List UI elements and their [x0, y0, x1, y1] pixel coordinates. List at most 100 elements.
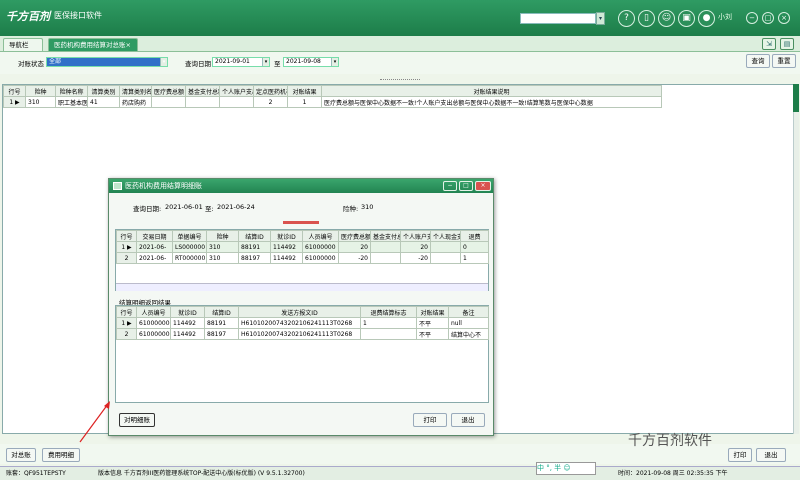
table-cell[interactable]: 0 [460, 241, 489, 253]
col-header[interactable]: 就诊ID [270, 230, 303, 242]
table-row[interactable]: 1 ▶ 2021-06- LS000000 310 88191 114492 6… [116, 241, 489, 253]
col-header[interactable]: 人员编号 [136, 306, 171, 318]
date-from-input[interactable]: 2021-09-01 ▾ [212, 57, 270, 67]
col-header[interactable]: 险种 [25, 85, 56, 97]
maximize-icon[interactable]: □ [762, 12, 774, 24]
table-row[interactable]: 2 2021-06- RT000000 310 88197 114492 610… [116, 252, 489, 264]
table-cell[interactable] [370, 241, 401, 253]
table-cell[interactable]: 2021-06- [136, 252, 173, 264]
col-header[interactable]: 清算类别名称 [119, 85, 152, 97]
col-header[interactable]: 结算ID [238, 230, 271, 242]
table-cell[interactable]: 88197 [238, 252, 271, 264]
col-header[interactable]: 清算类别 [87, 85, 120, 97]
table-cell[interactable]: 61000000 [302, 252, 339, 264]
table-cell[interactable]: 2021-06- [136, 241, 173, 253]
table-cell[interactable] [219, 96, 254, 108]
exit-button[interactable]: 退出 [756, 448, 786, 462]
table-cell[interactable]: 1 [287, 96, 322, 108]
status-select[interactable]: 全部 ▾ [46, 57, 168, 67]
table-cell[interactable]: 61000000 [136, 317, 171, 329]
table-cell[interactable]: 2 [253, 96, 288, 108]
minimize-icon[interactable]: − [746, 12, 758, 24]
close-icon[interactable]: × [475, 181, 491, 191]
col-header[interactable]: 单据编号 [172, 230, 207, 242]
col-header[interactable]: 险种名称 [55, 85, 88, 97]
table-cell[interactable]: RT000000 [172, 252, 207, 264]
service-icon[interactable]: ☺ [658, 10, 675, 27]
col-header[interactable]: 备注 [448, 306, 489, 318]
col-header[interactable]: 定点医药机构结算笔数 [253, 85, 288, 97]
col-header[interactable]: 行号 [3, 85, 26, 97]
horizontal-scrollbar[interactable] [116, 283, 488, 291]
col-header[interactable]: 个人账户支出 [219, 85, 254, 97]
col-header[interactable]: 险种 [206, 230, 239, 242]
help-icon[interactable]: ? [618, 10, 635, 27]
table-cell[interactable] [430, 252, 461, 264]
scrollbar-thumb[interactable] [793, 84, 799, 112]
table-cell[interactable]: 职工基本医 [55, 96, 88, 108]
reset-button[interactable]: 重置 [772, 54, 796, 68]
minimize-icon[interactable]: − [443, 181, 457, 191]
table-cell[interactable] [360, 328, 417, 340]
table-cell[interactable]: 20 [400, 241, 431, 253]
vertical-scrollbar[interactable] [793, 84, 799, 434]
col-header[interactable]: 基金支付总额 [185, 85, 220, 97]
table-cell[interactable]: H61010200743202106241113T0268 [238, 317, 361, 329]
col-header[interactable]: 医疗费总额 [151, 85, 186, 97]
close-icon[interactable]: × [778, 12, 790, 24]
table-cell[interactable]: -20 [338, 252, 371, 264]
col-header[interactable]: 退费 [460, 230, 489, 242]
table-cell[interactable]: 药店购药 [119, 96, 152, 108]
summary-account-button[interactable]: 对总账 [6, 448, 36, 462]
fee-detail-button[interactable]: 费用明细 [42, 448, 80, 462]
col-header[interactable]: 对账结果 [287, 85, 322, 97]
splitter-handle[interactable] [380, 79, 420, 82]
table-cell[interactable]: 41 [87, 96, 120, 108]
top-search-input[interactable] [520, 13, 596, 24]
col-header[interactable]: 个人账户支出 [400, 230, 431, 242]
table-cell[interactable]: 不平 [416, 328, 449, 340]
maximize-icon[interactable]: □ [459, 181, 473, 191]
splitter-handle[interactable] [283, 221, 319, 224]
col-header[interactable]: 个人现金支出 [430, 230, 461, 242]
calendar-dropdown-icon[interactable]: ▾ [262, 58, 269, 66]
table-cell[interactable]: H61010200743202106241113T0268 [238, 328, 361, 340]
export-icon[interactable]: ⇲ [762, 38, 776, 50]
col-header[interactable]: 行号 [116, 306, 137, 318]
tab-settlement-summary[interactable]: 医药机构费用结算对总账× [48, 38, 138, 51]
col-header[interactable]: 基金支付总额 [370, 230, 401, 242]
table-row[interactable]: 2 61000000 114492 88197 H610102007432021… [116, 328, 489, 340]
layout-icon[interactable]: ▤ [780, 38, 794, 50]
col-header[interactable]: 发送方报文ID [238, 306, 361, 318]
table-cell[interactable] [151, 96, 186, 108]
table-cell[interactable]: -20 [400, 252, 431, 264]
table-cell[interactable]: 88191 [204, 317, 239, 329]
table-cell[interactable]: 114492 [170, 328, 205, 340]
table-cell[interactable]: 结算中心不 [448, 328, 489, 340]
dialog-title-bar[interactable]: 医药机构费用结算明细账 [109, 179, 493, 193]
table-row[interactable]: 1 ▶ 61000000 114492 88191 H6101020074320… [116, 317, 489, 329]
search-dropdown-icon[interactable]: ▾ [596, 12, 605, 25]
dialog-exit-button[interactable]: 退出 [451, 413, 485, 427]
dialog-print-button[interactable]: 打印 [413, 413, 447, 427]
table-cell[interactable]: 310 [206, 241, 239, 253]
table-cell[interactable]: null [448, 317, 489, 329]
table-row[interactable]: 1 ▶ 310 职工基本医 41 药店购药 2 1 医疗费总额与医保中心数据不一… [3, 96, 662, 108]
table-cell[interactable] [430, 241, 461, 253]
table-cell[interactable]: 88197 [204, 328, 239, 340]
table-cell[interactable]: 不平 [416, 317, 449, 329]
message-icon[interactable]: ▣ [678, 10, 695, 27]
table-cell[interactable]: 1 [360, 317, 417, 329]
table-cell[interactable]: 310 [206, 252, 239, 264]
table-cell[interactable]: 114492 [270, 252, 303, 264]
print-button[interactable]: 打印 [728, 448, 752, 462]
date-to-input[interactable]: 2021-09-08 ▾ [283, 57, 339, 67]
ime-toolbar[interactable]: 中 °, 半 ☺ [536, 462, 596, 475]
query-button[interactable]: 查询 [746, 54, 770, 68]
table-cell[interactable]: 114492 [170, 317, 205, 329]
reconcile-detail-button[interactable]: 对明细账 [119, 413, 155, 427]
phone-icon[interactable]: ▯ [638, 10, 655, 27]
table-cell[interactable]: 310 [25, 96, 56, 108]
table-cell[interactable]: LS000000 [172, 241, 207, 253]
table-cell[interactable] [370, 252, 401, 264]
